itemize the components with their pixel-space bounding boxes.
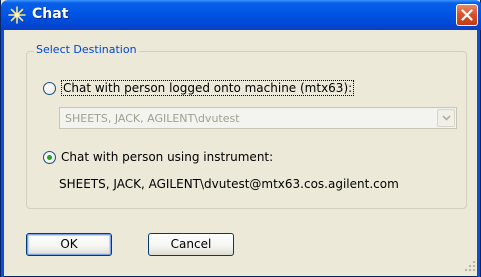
radio-machine-button[interactable] [43,81,56,95]
title-bar[interactable]: Chat [1,0,481,30]
sparkle-icon [8,6,26,24]
cancel-button[interactable]: Cancel [148,233,234,256]
resize-grip-icon[interactable] [464,260,476,272]
window-border-right [477,30,480,277]
radio-selected-dot [47,154,52,160]
radio-instrument-button[interactable] [43,150,56,164]
radio-instrument-label[interactable]: Chat with person using instrument: [61,150,273,164]
window-title: Chat [32,6,69,22]
ok-button[interactable]: OK [26,233,112,256]
machine-user-combo: SHEETS, JACK, AGILENT\dvutest [59,107,457,129]
machine-user-combo-value: SHEETS, JACK, AGILENT\dvutest [65,112,240,125]
combo-dropdown-button [437,109,455,127]
chat-dialog: Chat Select Destination Chat with person… [0,0,481,277]
radio-machine[interactable]: Chat with person logged onto machine (mt… [43,80,355,96]
close-button[interactable] [456,4,478,26]
window-border-left [1,30,4,277]
radio-instrument[interactable]: Chat with person using instrument: [43,150,273,164]
close-icon [461,9,473,21]
instrument-address: SHEETS, JACK, AGILENT\dvutest@mtx63.cos.… [59,177,399,191]
chevron-down-icon [442,115,451,121]
radio-machine-label[interactable]: Chat with person logged onto machine (mt… [61,80,355,96]
group-legend: Select Destination [34,43,139,56]
